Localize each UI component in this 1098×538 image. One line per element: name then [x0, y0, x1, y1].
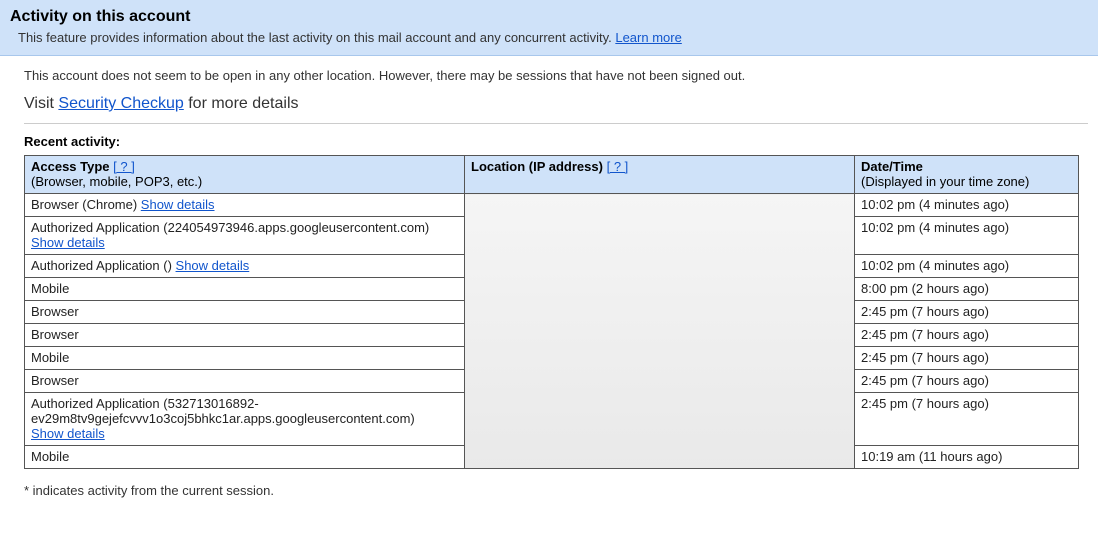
activity-table: Access Type [ ? ] (Browser, mobile, POP3… — [24, 155, 1079, 469]
show-details-link[interactable]: Show details — [31, 235, 105, 250]
header-location-main: Location (IP address) — [471, 159, 603, 174]
banner-description-text: This feature provides information about … — [18, 30, 615, 45]
datetime-cell: 8:00 pm (2 hours ago) — [855, 278, 1079, 301]
access-type-text: Browser — [31, 327, 79, 342]
datetime-cell: 2:45 pm (7 hours ago) — [855, 370, 1079, 393]
session-status-text: This account does not seem to be open in… — [24, 68, 1088, 83]
datetime-cell: 2:45 pm (7 hours ago) — [855, 393, 1079, 446]
banner-description: This feature provides information about … — [10, 30, 1088, 45]
header-date-sub: (Displayed in your time zone) — [861, 174, 1072, 189]
access-type-cell: Mobile — [25, 446, 465, 469]
header-date-main: Date/Time — [861, 159, 923, 174]
recent-activity-heading: Recent activity: — [24, 134, 1088, 149]
show-details-link[interactable]: Show details — [176, 258, 250, 273]
access-type-cell: Authorized Application (532713016892-ev2… — [25, 393, 465, 446]
header-datetime: Date/Time (Displayed in your time zone) — [855, 156, 1079, 194]
show-details-link[interactable]: Show details — [31, 426, 105, 441]
datetime-cell: 2:45 pm (7 hours ago) — [855, 301, 1079, 324]
table-row: Browser (Chrome) Show details 10:02 pm (4… — [25, 194, 1079, 217]
header-location: Location (IP address) [ ? ] — [465, 156, 855, 194]
banner: Activity on this account This feature pr… — [0, 0, 1098, 56]
datetime-cell: 10:02 pm (4 minutes ago) — [855, 255, 1079, 278]
datetime-cell: 10:19 am (11 hours ago) — [855, 446, 1079, 469]
access-type-text: Browser — [31, 373, 79, 388]
access-type-cell: Mobile — [25, 278, 465, 301]
access-type-text: Authorized Application () — [31, 258, 176, 273]
access-type-cell: Authorized Application () Show details — [25, 255, 465, 278]
visit-line: Visit Security Checkup for more details — [24, 95, 1088, 124]
access-type-text: Authorized Application (532713016892-ev2… — [31, 396, 415, 426]
location-help-link[interactable]: [ ? ] — [607, 159, 629, 174]
security-checkup-link[interactable]: Security Checkup — [58, 95, 183, 112]
access-type-text: Mobile — [31, 350, 69, 365]
access-type-cell: Browser (Chrome) Show details — [25, 194, 465, 217]
access-type-help-link[interactable]: [ ? ] — [113, 159, 135, 174]
visit-prefix: Visit — [24, 95, 58, 112]
access-type-cell: Browser — [25, 370, 465, 393]
access-type-cell: Mobile — [25, 347, 465, 370]
show-details-link[interactable]: Show details — [141, 197, 215, 212]
footnote-text: * indicates activity from the current se… — [24, 483, 1088, 498]
header-access-sub: (Browser, mobile, POP3, etc.) — [31, 174, 458, 189]
learn-more-link[interactable]: Learn more — [615, 30, 681, 45]
access-type-cell: Browser — [25, 324, 465, 347]
access-type-text: Browser (Chrome) — [31, 197, 141, 212]
datetime-cell: 2:45 pm (7 hours ago) — [855, 324, 1079, 347]
visit-suffix: for more details — [184, 95, 299, 112]
header-access-type: Access Type [ ? ] (Browser, mobile, POP3… — [25, 156, 465, 194]
datetime-cell: 2:45 pm (7 hours ago) — [855, 347, 1079, 370]
access-type-cell: Authorized Application (224054973946.app… — [25, 217, 465, 255]
access-type-text: Browser — [31, 304, 79, 319]
datetime-cell: 10:02 pm (4 minutes ago) — [855, 217, 1079, 255]
content-area: This account does not seem to be open in… — [0, 56, 1098, 508]
access-type-text: Mobile — [31, 449, 69, 464]
access-type-text: Mobile — [31, 281, 69, 296]
table-header-row: Access Type [ ? ] (Browser, mobile, POP3… — [25, 156, 1079, 194]
access-type-cell: Browser — [25, 301, 465, 324]
datetime-cell: 10:02 pm (4 minutes ago) — [855, 194, 1079, 217]
location-cell — [465, 194, 855, 469]
access-type-text: Authorized Application (224054973946.app… — [31, 220, 429, 235]
banner-title: Activity on this account — [10, 8, 1088, 26]
header-access-main: Access Type — [31, 159, 110, 174]
